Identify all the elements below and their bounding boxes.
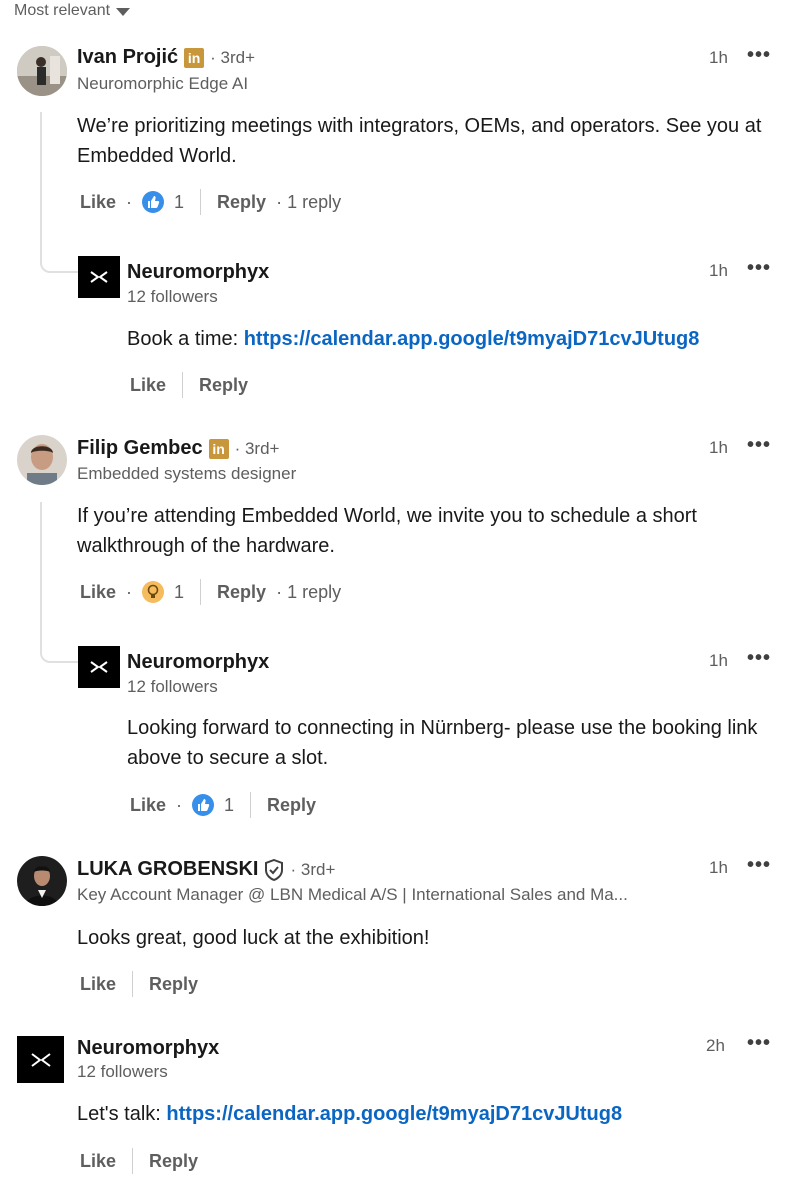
reply-count[interactable]: · 1 reply [276,192,341,213]
comment-actions: Like · 1 Reply · 1 reply [80,189,341,215]
reply-button[interactable]: Reply [267,795,316,816]
like-button[interactable]: Like [80,582,116,603]
reply-button[interactable]: Reply [149,974,198,995]
author-name[interactable]: Filip Gembec [77,437,203,460]
timestamp: 1h [709,651,728,670]
divider [200,189,202,215]
thread-line [40,112,42,252]
divider [250,792,252,818]
comment-text: Book a time: https://calendar.app.google… [127,324,797,354]
timestamp: 1h [709,858,728,877]
like-button[interactable]: Like [130,375,166,396]
author-headline: Neuromorphic Edge AI [77,74,249,93]
reply-button[interactable]: Reply [199,375,248,396]
verified-shield-icon [264,858,284,881]
dot-separator: · [176,794,183,815]
reply-button[interactable]: Reply [217,582,266,603]
avatar[interactable] [17,435,67,485]
comment-actions: Like · 1 Reply · 1 reply [80,579,341,605]
linkedin-badge-icon: in [208,438,229,459]
dot-separator: · [126,191,133,212]
booking-link[interactable]: https://calendar.app.google/t9myajD71cvJ… [166,1103,622,1125]
reaction-count[interactable]: 1 [174,582,184,603]
sort-label: Most relevant [14,2,111,19]
dot-separator: · [126,581,133,602]
more-icon[interactable]: ••• [747,44,771,67]
author-headline: Embedded systems designer [77,464,297,483]
more-icon[interactable]: ••• [747,1032,771,1055]
author-followers: 12 followers [127,677,218,696]
like-button[interactable]: Like [130,795,166,816]
author-name[interactable]: Neuromorphyx [127,651,269,674]
like-reaction-icon[interactable] [192,794,215,816]
author-followers: 12 followers [127,287,218,306]
comment-text: Looking forward to connecting in Nürnber… [127,717,758,769]
caret-down-icon [116,8,131,16]
connection-degree: · 3rd+ [290,859,336,879]
more-icon[interactable]: ••• [747,434,771,457]
reply-button[interactable]: Reply [217,192,266,213]
more-icon[interactable]: ••• [747,257,771,280]
connection-degree: · 3rd+ [210,47,256,67]
divider [200,579,202,605]
like-button[interactable]: Like [80,192,116,213]
divider [132,1148,134,1174]
author-name[interactable]: Ivan Projić [77,46,178,69]
booking-link[interactable]: https://calendar.app.google/t9myajD71cvJ… [244,328,700,350]
text-prefix: Let's talk: [77,1103,167,1125]
sort-dropdown[interactable]: Most relevant [14,2,131,20]
timestamp: 1h [709,261,728,280]
insightful-reaction-icon[interactable] [142,581,165,603]
like-button[interactable]: Like [80,974,116,995]
reaction-count[interactable]: 1 [174,192,184,213]
author-name[interactable]: LUKA GROBENSKI [77,858,258,881]
comment-actions: Like Reply [80,971,198,997]
timestamp: 2h [706,1036,725,1055]
reply-button[interactable]: Reply [149,1151,198,1172]
text-prefix: Book a time: [127,328,244,350]
comment-text: Let's talk: https://calendar.app.google/… [77,1099,787,1129]
more-icon[interactable]: ••• [747,647,771,670]
timestamp: 1h [709,48,728,67]
author-name-row[interactable]: Ivan Projić in · 3rd+ [77,46,255,69]
author-name-row[interactable]: Filip Gembec in · 3rd+ [77,437,279,460]
comment-actions: Like Reply [80,1148,198,1174]
avatar[interactable] [78,646,120,688]
comment-text: We’re prioritizing meetings with integra… [77,115,762,167]
comment-text: If you’re attending Embedded World, we i… [77,505,697,557]
like-button[interactable]: Like [80,1151,116,1172]
thread-line [40,502,42,642]
linkedin-badge-icon: in [184,47,205,68]
like-reaction-icon[interactable] [142,191,165,213]
avatar[interactable] [78,256,120,298]
avatar[interactable] [17,46,67,96]
divider [132,971,134,997]
divider [182,372,184,398]
author-name-row[interactable]: LUKA GROBENSKI · 3rd+ [77,858,335,881]
thread-connector [40,251,80,273]
more-icon[interactable]: ••• [747,854,771,877]
author-followers: 12 followers [77,1062,168,1081]
reply-count[interactable]: · 1 reply [276,582,341,603]
comment-text: Looks great, good luck at the exhibition… [77,927,430,949]
comment-actions: Like Reply [130,372,248,398]
author-headline: Key Account Manager @ LBN Medical A/S | … [77,885,628,904]
thread-connector [40,641,80,663]
connection-degree: · 3rd+ [234,438,280,458]
comment-actions: Like · 1 Reply [130,792,316,818]
timestamp: 1h [709,438,728,457]
author-name[interactable]: Neuromorphyx [77,1037,219,1060]
reaction-count[interactable]: 1 [224,795,234,816]
author-name[interactable]: Neuromorphyx [127,261,269,284]
avatar[interactable] [17,856,67,906]
avatar[interactable] [17,1036,64,1083]
